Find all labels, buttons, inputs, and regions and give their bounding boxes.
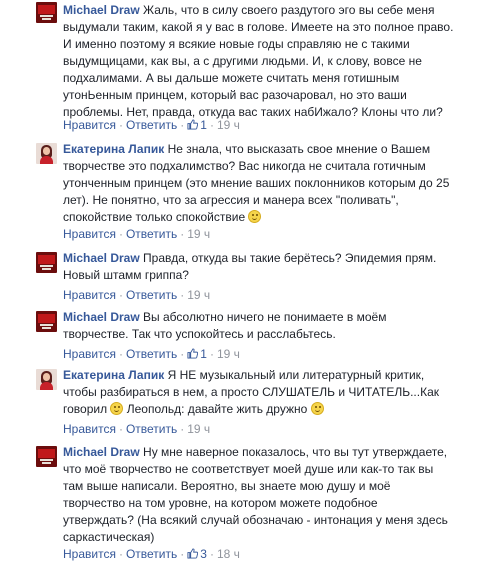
comment-body: Michael Draw Вы абсолютно ничего не пони… [63,309,483,343]
grin-emoji-icon [310,402,324,415]
like-button[interactable]: Нравится [63,547,116,561]
comment-author[interactable]: Екатерина Лапик [63,368,164,382]
ekaterina-lapik-avatar[interactable] [36,369,57,390]
comment-actions: Нравится · Ответить · 1 · 19 ч [63,347,240,361]
ekaterina-lapik-avatar[interactable] [36,143,57,164]
like-button[interactable]: Нравится [63,227,116,241]
comment-time[interactable]: 19 ч [187,288,210,302]
comment-time[interactable]: 19 ч [217,118,240,132]
michael-draw-avatar[interactable] [36,2,57,23]
comment-text-cont: Леопольд: давайте жить дружно [123,402,311,416]
comment-actions: Нравится · Ответить · 3 · 18 ч [63,547,240,561]
comment-author[interactable]: Michael Draw [63,310,140,324]
comment-actions: Нравится · Ответить · 19 ч [63,422,211,436]
comment-time[interactable]: 19 ч [217,347,240,361]
comment-body: Екатерина Лапик Не знала, что высказать … [63,141,483,226]
reply-button[interactable]: Ответить [126,422,177,436]
comment-author[interactable]: Екатерина Лапик [63,142,164,156]
comment-author[interactable]: Michael Draw [63,251,140,265]
like-button[interactable]: Нравится [63,288,116,302]
like-count[interactable]: 1 [200,347,207,361]
like-count[interactable]: 1 [200,118,207,132]
like-button[interactable]: Нравится [63,347,116,361]
grin-emoji-icon [110,402,124,415]
comment-body: Екатерина Лапик Я НЕ музыкальный или лит… [63,367,483,418]
like-button[interactable]: Нравится [63,422,116,436]
michael-draw-avatar[interactable] [36,252,57,273]
comment-actions: Нравится · Ответить · 19 ч [63,288,211,302]
comment-text: Жаль, что в силу своего раздутого эго вы… [63,3,454,119]
comment-author[interactable]: Michael Draw [63,3,140,17]
comment-thread: Michael Draw Жаль, что в силу своего раз… [0,0,489,563]
comment-time[interactable]: 18 ч [217,547,240,561]
comment-time[interactable]: 19 ч [187,422,210,436]
smile-emoji-icon [248,210,262,223]
like-count[interactable]: 3 [200,547,207,561]
michael-draw-avatar[interactable] [36,446,57,467]
reply-button[interactable]: Ответить [126,118,177,132]
reply-button[interactable]: Ответить [126,347,177,361]
michael-draw-avatar[interactable] [36,311,57,332]
comment-actions: Нравится · Ответить · 19 ч [63,227,211,241]
thumbs-up-icon[interactable] [187,548,199,559]
reply-button[interactable]: Ответить [126,288,177,302]
comment-body: Michael Draw Ну мне наверное показалось,… [63,444,483,546]
comment-author[interactable]: Michael Draw [63,445,140,459]
comment-actions: Нравится · Ответить · 1 · 19 ч [63,118,240,132]
comment-body: Michael Draw Жаль, что в силу своего раз… [63,2,483,121]
thumbs-up-icon[interactable] [187,119,199,130]
like-button[interactable]: Нравится [63,118,116,132]
comment-time[interactable]: 19 ч [187,227,210,241]
reply-button[interactable]: Ответить [126,227,177,241]
reply-button[interactable]: Ответить [126,547,177,561]
comment-body: Michael Draw Правда, откуда вы такие бер… [63,250,483,284]
thumbs-up-icon[interactable] [187,348,199,359]
comment-text: Ну мне наверное показалось, что вы тут у… [63,445,448,544]
